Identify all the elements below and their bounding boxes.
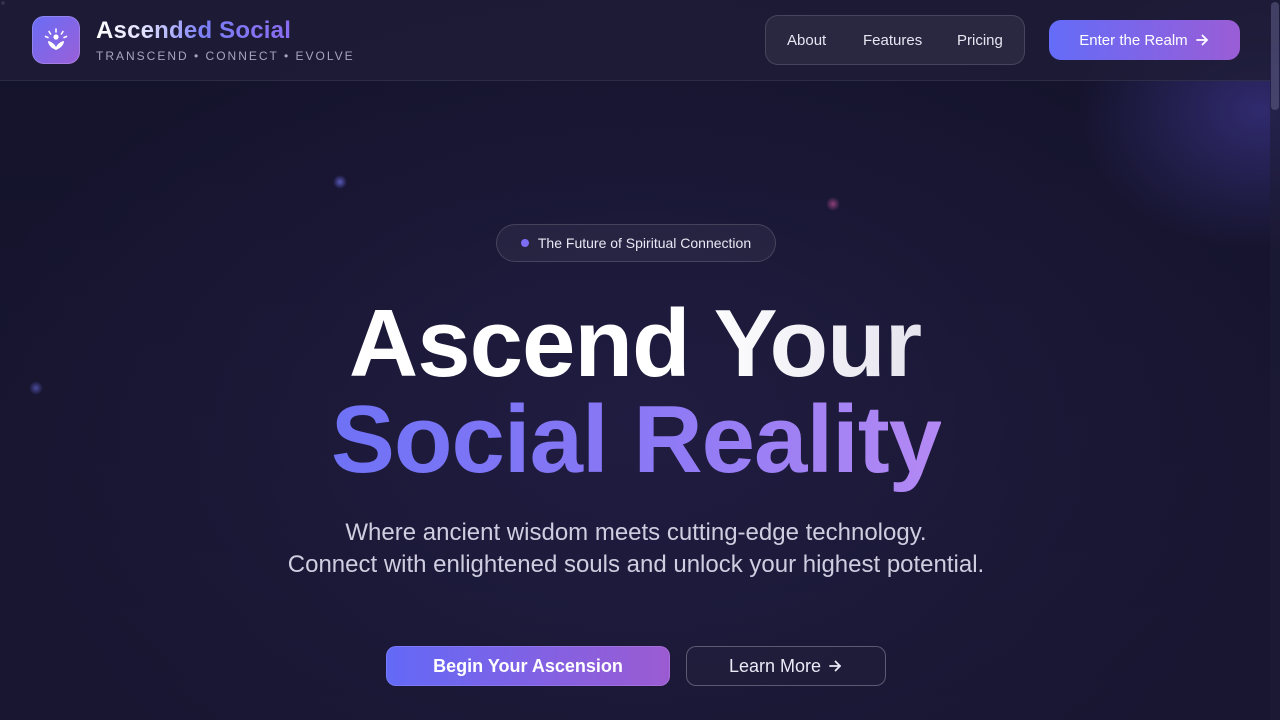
- sparkle-decoration: [826, 197, 840, 211]
- hero-badge: The Future of Spiritual Connection: [496, 224, 776, 262]
- arrow-right-icon: [1195, 34, 1208, 46]
- lotus-icon: [44, 28, 68, 50]
- nav-link-pricing[interactable]: Pricing: [957, 32, 1003, 49]
- brand-name[interactable]: Ascended Social: [96, 17, 291, 45]
- badge-dot: [520, 239, 529, 247]
- badge-text: The Future of Spiritual Connection: [537, 235, 752, 251]
- top-navbar: Ascended Social TRANSCEND • CONNECT • EV…: [0, 0, 1270, 81]
- begin-ascension-button[interactable]: Begin Your Ascension: [386, 646, 670, 686]
- sparkle-decoration: [333, 175, 347, 189]
- brand-tagline: TRANSCEND • CONNECT • EVOLVE: [96, 49, 355, 63]
- nav-link-about[interactable]: About: [787, 32, 826, 49]
- nav-link-features[interactable]: Features: [863, 32, 922, 49]
- begin-ascension-label: Begin Your Ascension: [433, 655, 623, 676]
- learn-more-button[interactable]: Learn More: [686, 646, 886, 686]
- scrollbar[interactable]: [1270, 0, 1280, 720]
- arrow-right-icon: [829, 660, 841, 672]
- learn-more-label: Learn More: [728, 655, 822, 676]
- scrollbar-thumb[interactable]: [1271, 2, 1279, 110]
- nav-menu: About Features Pricing: [765, 15, 1025, 65]
- hero-subtitle-line1: Where ancient wisdom meets cutting-edge …: [345, 519, 927, 546]
- brand-logo[interactable]: [32, 16, 80, 64]
- hero-title-line2: Social Reality: [330, 386, 942, 493]
- enter-realm-label: Enter the Realm: [1079, 31, 1188, 49]
- enter-realm-button[interactable]: Enter the Realm: [1049, 20, 1240, 60]
- hero-title-line1: Ascend Your: [348, 290, 922, 397]
- hero-subtitle-line2: Connect with enlightened souls and unloc…: [287, 551, 985, 578]
